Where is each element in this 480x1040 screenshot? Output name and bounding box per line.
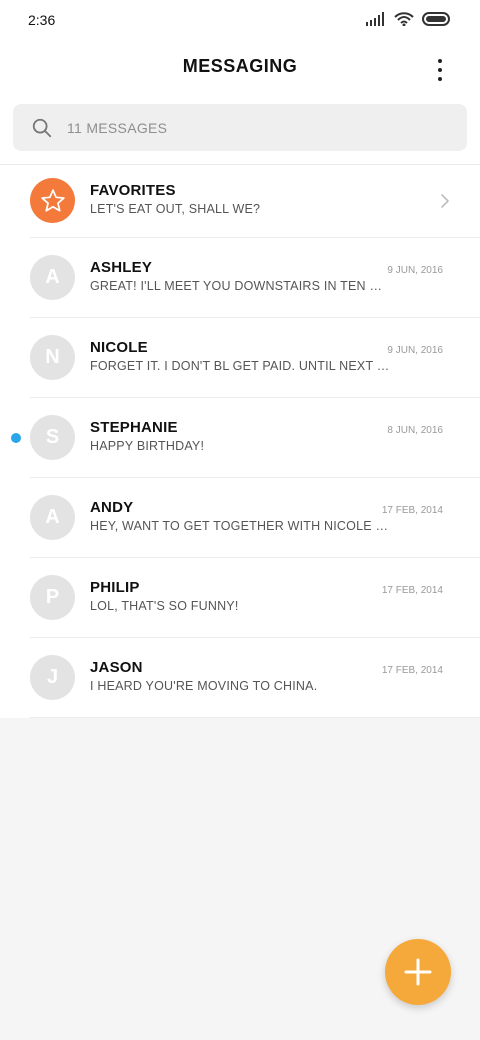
conversation-date: 17 FEB, 2014 [381, 665, 443, 676]
signal-icon [366, 12, 384, 26]
star-icon [40, 188, 65, 212]
status-time: 2:36 [28, 12, 56, 28]
unread-indicator [11, 433, 21, 443]
conversation-item[interactable]: J JASON I HEARD YOU'RE MOVING TO CHINA. … [30, 638, 480, 718]
search-container: 11 MESSAGES [0, 94, 480, 164]
chevron-right-icon [441, 194, 449, 208]
conversation-snippet: HAPPY BIRTHDAY! [90, 439, 205, 453]
conversation-name: ASHLEY [90, 259, 153, 276]
avatar: S [30, 415, 75, 460]
avatar: A [30, 255, 75, 300]
search-icon [32, 118, 52, 137]
avatar: N [30, 335, 75, 380]
conversation-snippet: GREAT! I'LL MEET YOU DOWNSTAIRS IN TEN M… [90, 279, 390, 293]
page-title: MESSAGING [182, 56, 298, 76]
conversation-snippet: HEY, WANT TO GET TOGETHER WITH NICOLE ON… [90, 519, 390, 533]
plus-icon [404, 958, 432, 986]
conversation-date: 8 JUN, 2016 [387, 425, 443, 436]
conversation-name: NICOLE [90, 339, 148, 356]
conversation-date: 17 FEB, 2014 [381, 585, 443, 596]
conversation-snippet: LET'S EAT OUT, SHALL WE? [90, 202, 261, 216]
conversation-date: 9 JUN, 2016 [387, 345, 443, 356]
conversation-snippet: LOL, THAT'S SO FUNNY! [90, 599, 239, 613]
conversation-name: FAVORITES [90, 182, 176, 199]
conversation-name: ANDY [90, 499, 134, 516]
conversation-favorites[interactable]: FAVORITES LET'S EAT OUT, SHALL WE? [30, 165, 480, 238]
avatar: P [30, 575, 75, 620]
conversation-list: FAVORITES LET'S EAT OUT, SHALL WE? A ASH… [0, 164, 480, 718]
conversation-item[interactable]: A ANDY HEY, WANT TO GET TOGETHER WITH NI… [30, 478, 480, 558]
conversation-name: PHILIP [90, 579, 140, 596]
favorite-avatar [30, 178, 75, 223]
avatar: J [30, 655, 75, 700]
conversation-item[interactable]: P PHILIP LOL, THAT'S SO FUNNY! 17 FEB, 2… [30, 558, 480, 638]
conversation-date: 9 JUN, 2016 [387, 265, 443, 276]
conversation-date: 17 FEB, 2014 [381, 505, 443, 516]
status-icons [366, 12, 452, 26]
conversation-snippet: FORGET IT. I DON'T BL GET PAID. UNTIL NE… [90, 359, 390, 373]
app-bar: MESSAGING [0, 44, 480, 94]
compose-button[interactable] [385, 939, 451, 1005]
wifi-icon [394, 12, 414, 26]
avatar: A [30, 495, 75, 540]
conversation-item[interactable]: N NICOLE FORGET IT. I DON'T BL GET PAID.… [30, 318, 480, 398]
conversation-item[interactable]: S STEPHANIE HAPPY BIRTHDAY! 8 JUN, 2016 [11, 398, 480, 478]
conversation-item[interactable]: A ASHLEY GREAT! I'LL MEET YOU DOWNSTAIRS… [30, 238, 480, 318]
status-bar: 2:36 [0, 0, 480, 44]
conversation-name: JASON [90, 659, 143, 676]
battery-icon [422, 12, 450, 26]
conversation-snippet: I HEARD YOU'RE MOVING TO CHINA. [90, 679, 318, 693]
search-placeholder: 11 MESSAGES [67, 119, 168, 136]
conversation-name: STEPHANIE [90, 419, 178, 436]
search-input[interactable]: 11 MESSAGES [13, 104, 467, 151]
more-vert-icon[interactable] [426, 56, 454, 84]
